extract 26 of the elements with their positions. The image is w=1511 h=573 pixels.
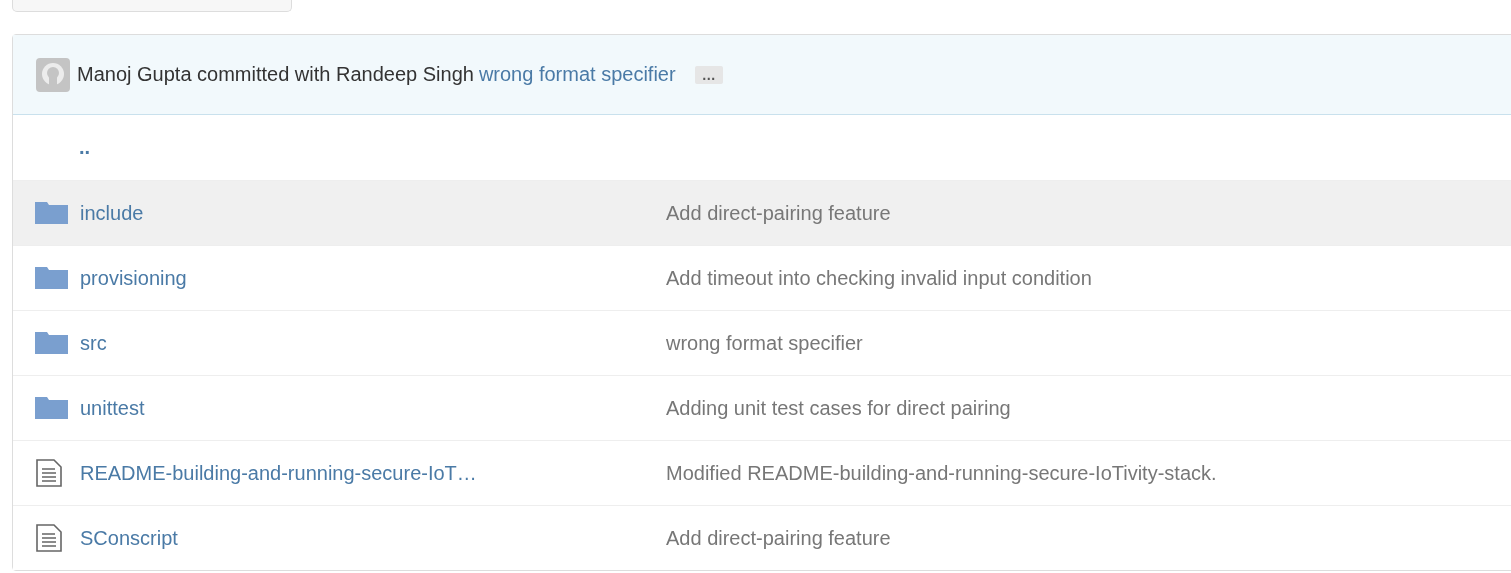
file-row[interactable]: SConscript Add direct-pairing feature (13, 505, 1511, 570)
folder-icon (35, 332, 68, 354)
commit-message-link[interactable]: Add timeout into checking invalid input condition (666, 266, 1092, 290)
file-icon (35, 524, 63, 552)
file-name-link[interactable]: README-building-and-running-secure-IoT… (80, 461, 477, 485)
commit-author: Manoj Gupta committed with Randeep Singh (77, 63, 474, 86)
commit-message-link[interactable]: Adding unit test cases for direct pairing (666, 396, 1011, 420)
avatar-icon (36, 57, 70, 92)
commit-message-link[interactable]: wrong format specifier (666, 331, 863, 355)
commit-message-link[interactable]: wrong format specifier (478, 63, 676, 86)
commit-message-link[interactable]: Add direct-pairing feature (666, 526, 891, 550)
folder-icon (35, 202, 68, 224)
file-name-link[interactable]: provisioning (80, 266, 187, 290)
folder-icon (35, 267, 68, 289)
file-name-link[interactable]: SConscript (80, 526, 178, 550)
folder-icon (35, 397, 68, 419)
parent-directory-link[interactable]: .. (79, 136, 91, 159)
commit-message-link[interactable]: Modified README-building-and-running-secure-IoTivity-stack. (666, 461, 1217, 485)
file-row[interactable]: include Add direct-pairing feature (13, 180, 1511, 245)
file-name-link[interactable]: include (80, 201, 144, 225)
expand-button[interactable]: … (694, 65, 723, 84)
file-icon (35, 459, 63, 487)
dropdown-button[interactable] (12, 0, 292, 12)
file-name-link[interactable]: src (80, 331, 107, 355)
commit-message-link[interactable]: Add direct-pairing feature (666, 201, 891, 225)
file-name-link[interactable]: unittest (80, 396, 145, 420)
